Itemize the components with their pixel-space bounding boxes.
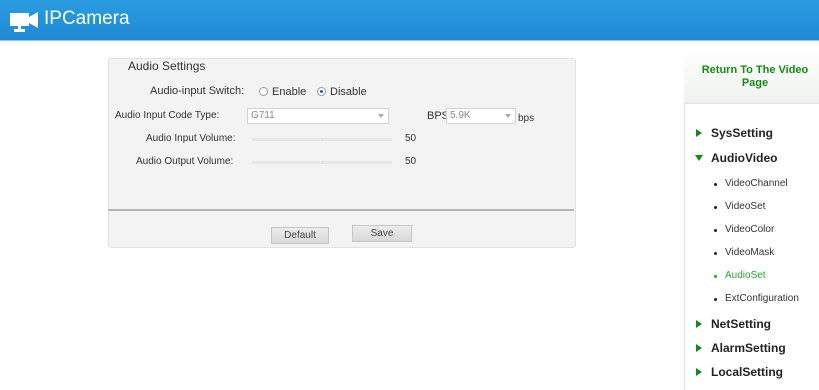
collapsed-arrow-icon bbox=[696, 320, 702, 328]
return-to-video-label: Return To The Video Page bbox=[701, 64, 809, 89]
input-volume-slider[interactable] bbox=[252, 138, 392, 141]
sidebar-subitem-videochannel[interactable]: VideoChannel bbox=[725, 178, 788, 189]
code-type-label: Audio Input Code Type: bbox=[115, 110, 220, 121]
camera-logo-icon bbox=[10, 12, 38, 32]
slider-marker bbox=[322, 161, 323, 164]
return-to-video-link[interactable]: Return To The Video Page bbox=[684, 47, 819, 104]
panel-title: Audio Settings bbox=[128, 59, 206, 73]
divider bbox=[108, 209, 574, 211]
audio-input-switch-label: Audio-input Switch: bbox=[150, 85, 245, 97]
sidebar-item-alarmsetting[interactable]: AlarmSetting bbox=[711, 341, 786, 355]
disable-radio[interactable] bbox=[317, 87, 326, 96]
bullet-icon bbox=[714, 206, 717, 209]
app-title: IPCamera bbox=[44, 8, 130, 29]
collapsed-arrow-icon bbox=[696, 344, 702, 352]
bullet-icon bbox=[714, 229, 717, 232]
input-volume-value: 50 bbox=[405, 133, 417, 144]
default-button[interactable]: Default bbox=[271, 227, 329, 244]
sidebar-subitem-videocolor[interactable]: VideoColor bbox=[725, 224, 774, 235]
code-type-select[interactable]: G711 bbox=[247, 108, 389, 124]
chevron-down-icon bbox=[378, 114, 384, 118]
output-volume-slider[interactable] bbox=[252, 161, 392, 164]
chevron-down-icon bbox=[505, 114, 511, 118]
sidebar-item-localsetting[interactable]: LocalSetting bbox=[711, 365, 783, 379]
bps-value: 5.9K bbox=[450, 110, 471, 121]
bullet-icon bbox=[714, 298, 717, 301]
disable-label: Disable bbox=[330, 86, 367, 98]
sidebar-item-syssetting[interactable]: SysSetting bbox=[711, 126, 773, 140]
bullet-icon bbox=[714, 183, 717, 186]
enable-radio[interactable] bbox=[259, 87, 268, 96]
output-volume-value: 50 bbox=[405, 156, 417, 167]
collapsed-arrow-icon bbox=[696, 129, 702, 137]
sidebar-subitem-extconfiguration[interactable]: ExtConfiguration bbox=[725, 293, 799, 304]
slider-marker bbox=[322, 138, 323, 141]
bullet-icon bbox=[714, 252, 717, 255]
input-volume-label: Audio Input Volume: bbox=[146, 133, 236, 144]
enable-label: Enable bbox=[272, 86, 307, 98]
bps-unit: bps bbox=[518, 113, 535, 124]
sidebar-item-netsetting[interactable]: NetSetting bbox=[711, 317, 771, 331]
sidebar-subitem-audioset[interactable]: AudioSet bbox=[725, 270, 766, 281]
top-bar: IPCamera bbox=[0, 0, 819, 41]
bullet-icon bbox=[714, 275, 717, 278]
code-type-value: G711 bbox=[251, 110, 275, 121]
sidebar-subitem-videoset[interactable]: VideoSet bbox=[725, 201, 765, 212]
bps-select[interactable]: 5.9K bbox=[446, 108, 516, 124]
save-button[interactable]: Save bbox=[352, 225, 412, 242]
expanded-arrow-icon bbox=[695, 155, 703, 161]
output-volume-label: Audio Output Volume: bbox=[136, 156, 234, 167]
sidebar-item-audiovideo[interactable]: AudioVideo bbox=[711, 151, 777, 165]
sidebar-subitem-videomask[interactable]: VideoMask bbox=[725, 247, 774, 258]
collapsed-arrow-icon bbox=[696, 368, 702, 376]
